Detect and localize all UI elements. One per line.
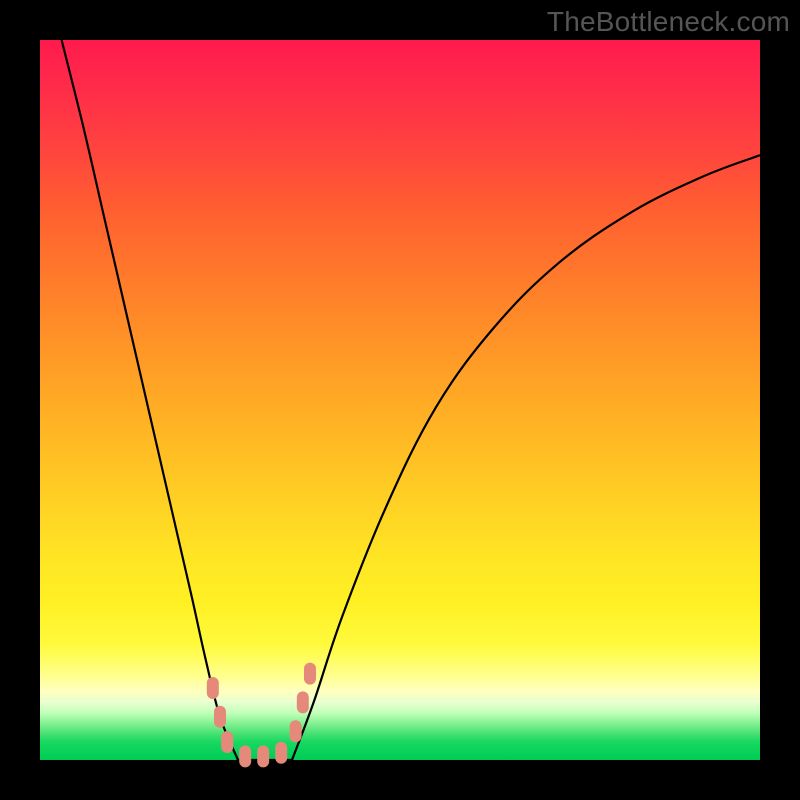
outer-frame: TheBottleneck.com bbox=[0, 0, 800, 800]
watermark-text: TheBottleneck.com bbox=[547, 6, 790, 38]
curve-marker bbox=[207, 677, 219, 699]
plot-area bbox=[40, 40, 760, 760]
curve-marker bbox=[290, 720, 302, 742]
bottleneck-curve bbox=[40, 40, 760, 760]
curve-marker bbox=[275, 742, 287, 764]
curve-path bbox=[62, 40, 760, 765]
curve-marker bbox=[239, 745, 251, 767]
curve-marker bbox=[257, 745, 269, 767]
curve-marker bbox=[297, 691, 309, 713]
curve-marker bbox=[304, 663, 316, 685]
curve-marker bbox=[214, 706, 226, 728]
curve-marker bbox=[221, 731, 233, 753]
marker-group bbox=[207, 663, 316, 768]
